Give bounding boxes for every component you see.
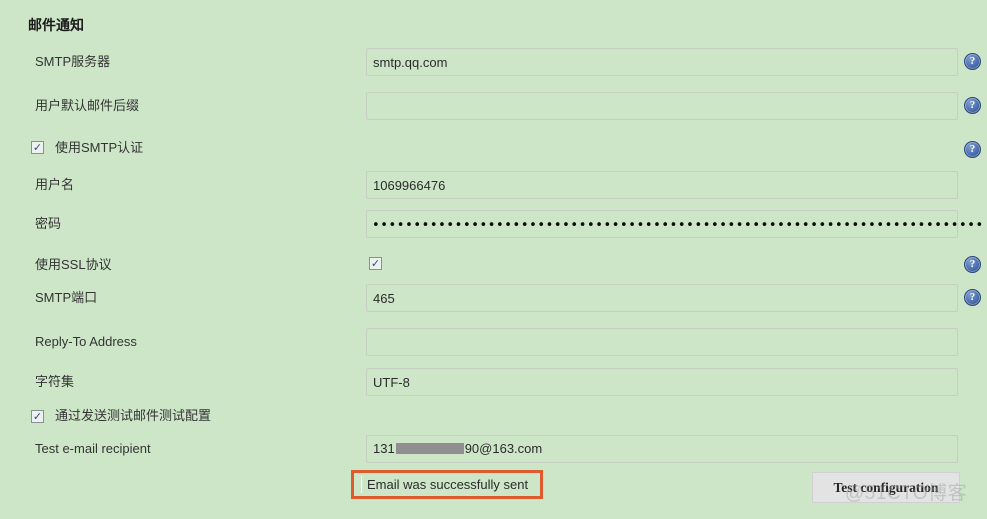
form-row-default-mail-suffix: 用户默认邮件后缀 ? — [0, 92, 987, 120]
label-password: 密码 — [35, 216, 62, 231]
test-configuration-button[interactable]: Test configuration — [812, 472, 960, 503]
form-row-send-test-mail: ✓ 通过发送测试邮件测试配置 — [0, 408, 987, 432]
test-recipient-value: 131 90@163.com — [373, 435, 542, 463]
label-smtp-port: SMTP端口 — [35, 290, 98, 305]
test-recipient-suffix: 90@163.com — [464, 441, 543, 456]
reply-to-address-input[interactable] — [366, 328, 958, 356]
charset-input[interactable] — [366, 368, 958, 396]
smtp-auth-checkbox[interactable]: ✓ — [31, 141, 44, 154]
redaction-bar — [395, 443, 464, 454]
label-reply-to-address: Reply-To Address — [35, 334, 137, 349]
send-test-mail-checkbox[interactable]: ✓ — [31, 410, 44, 423]
status-message: Email was successfully sent — [367, 477, 529, 492]
label-charset: 字符集 — [35, 374, 75, 389]
form-row-smtp-auth: ✓ 使用SMTP认证 ? — [0, 141, 987, 163]
help-icon[interactable]: ? — [964, 289, 981, 306]
default-mail-suffix-input[interactable] — [366, 92, 958, 120]
form-row-smtp-server: SMTP服务器 ? — [0, 48, 987, 76]
smtp-auth-label: 使用SMTP认证 — [55, 140, 144, 155]
form-row-username: 用户名 — [0, 171, 987, 199]
form-row-smtp-port: SMTP端口 ? — [0, 284, 987, 312]
username-input[interactable] — [366, 171, 958, 199]
help-icon[interactable]: ? — [964, 53, 981, 70]
help-icon[interactable]: ? — [964, 256, 981, 273]
form-row-use-ssl: 使用SSL协议 ✓ ? — [0, 251, 987, 279]
label-use-ssl: 使用SSL协议 — [35, 257, 112, 272]
label-default-mail-suffix: 用户默认邮件后缀 — [35, 98, 140, 113]
smtp-port-input[interactable] — [366, 284, 958, 312]
label-smtp-server: SMTP服务器 — [35, 54, 111, 69]
form-row-reply-to-address: Reply-To Address — [0, 328, 987, 356]
email-notification-settings-page: 邮件通知 SMTP服务器 ? 用户默认邮件后缀 ? ✓ 使用SMTP认证 ? 用… — [0, 0, 987, 519]
help-icon[interactable]: ? — [964, 97, 981, 114]
help-icon[interactable]: ? — [964, 141, 981, 158]
label-username: 用户名 — [35, 177, 75, 192]
send-test-mail-label: 通过发送测试邮件测试配置 — [55, 408, 212, 423]
text-caret — [361, 476, 362, 493]
label-test-recipient: Test e-mail recipient — [35, 441, 151, 456]
page-title: 邮件通知 — [28, 17, 84, 33]
password-masked-value: ••••••••••••••••••••••••••••••••••••••••… — [372, 218, 982, 233]
use-ssl-checkbox[interactable]: ✓ — [369, 257, 382, 270]
form-row-charset: 字符集 — [0, 368, 987, 396]
test-recipient-prefix: 131 — [373, 441, 395, 456]
smtp-server-input[interactable] — [366, 48, 958, 76]
